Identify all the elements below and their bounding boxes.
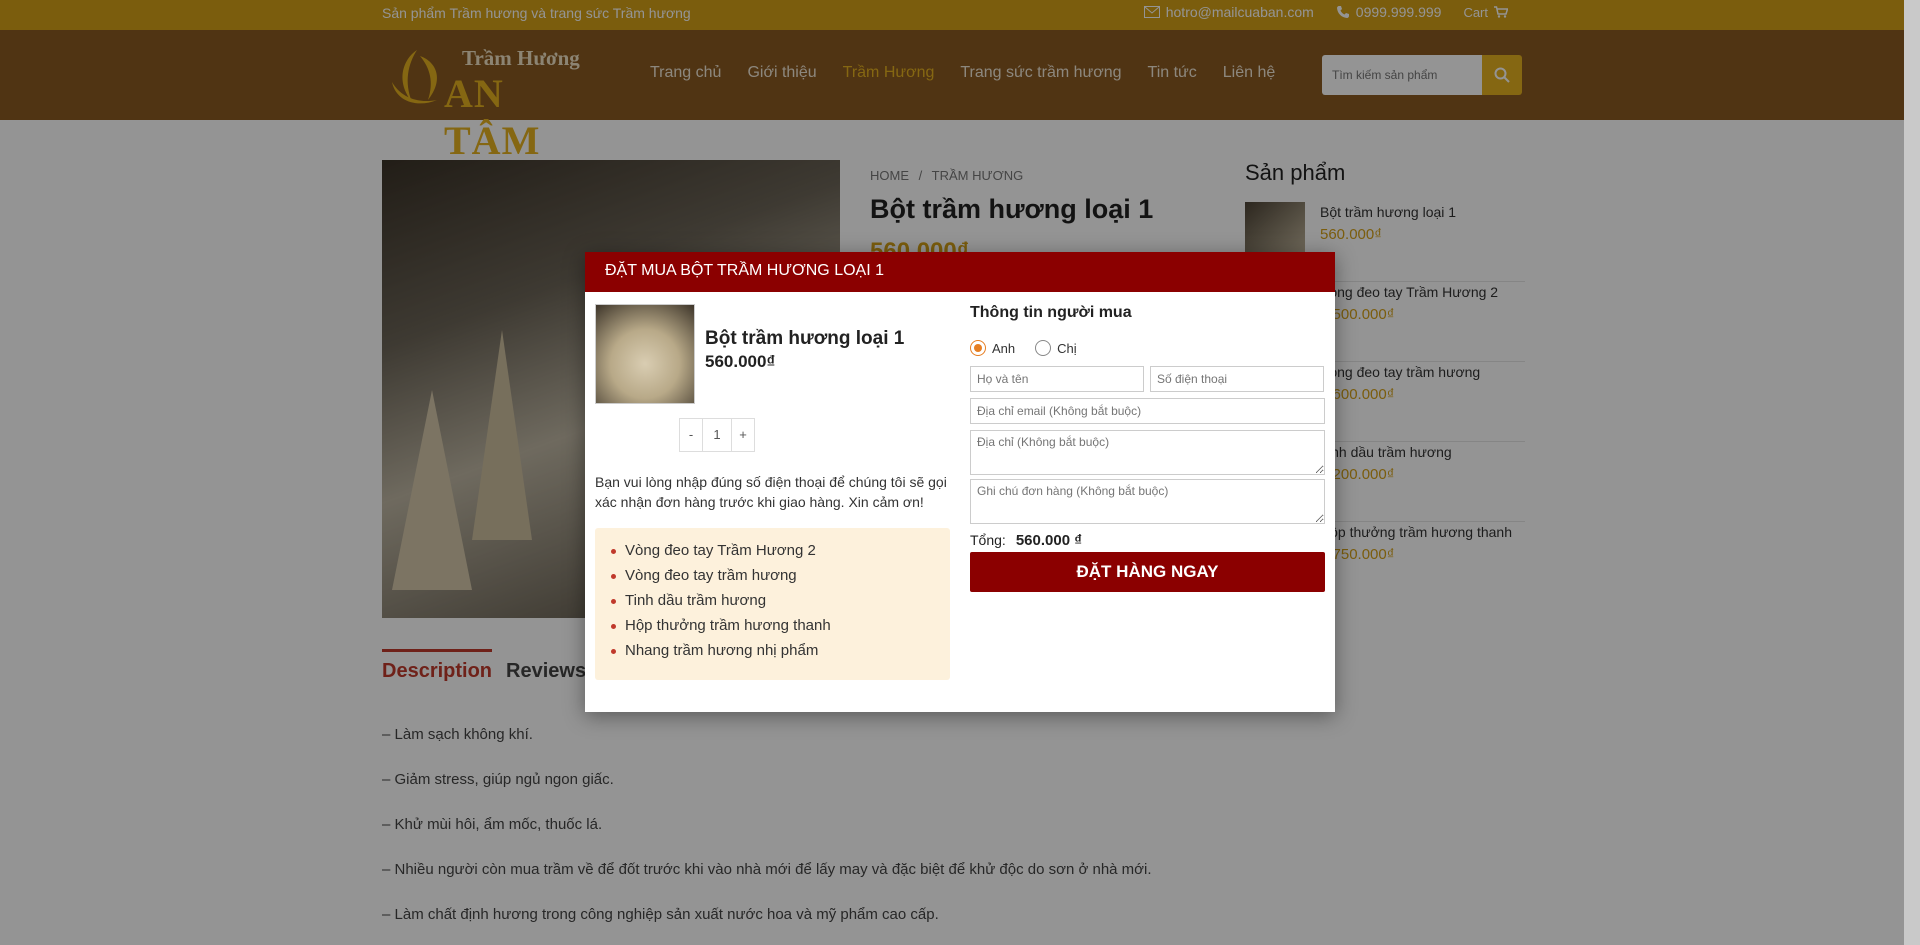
order-note-text: Bạn vui lòng nhập đúng số điện thoại để … (595, 474, 947, 510)
radio-label: Anh (992, 340, 1016, 356)
related-product-item[interactable]: Nhang trầm hương nhị phẩm (611, 642, 940, 667)
total-label: Tổng: (970, 532, 1006, 548)
name-field[interactable] (970, 366, 1144, 392)
total-value: 560.000 ₫ (1015, 531, 1082, 549)
radio-dot-icon (1035, 340, 1052, 356)
radio-label: Chị (1057, 340, 1077, 356)
modal-product-price: 560.000₫ (705, 352, 776, 371)
gender-radio-female[interactable]: Chị (1035, 338, 1077, 358)
qty-minus-button[interactable]: - (680, 419, 702, 451)
gender-radio-male[interactable]: Anh (970, 338, 1015, 358)
form-title: Thông tin người mua (970, 304, 1132, 321)
modal-title: ĐẶT MUA BỘT TRẦM HƯƠNG LOẠI 1 (585, 252, 1335, 292)
related-product-item[interactable]: Vòng đeo tay Trầm Hương 2 (611, 542, 940, 567)
email-field[interactable] (970, 398, 1325, 424)
order-total: Tổng: 560.000 ₫ (970, 528, 1325, 552)
related-products-list: Vòng đeo tay Trầm Hương 2 Vòng đeo tay t… (595, 528, 950, 680)
qty-plus-button[interactable]: + (732, 419, 754, 451)
modal-product-image (595, 304, 695, 404)
order-modal: ĐẶT MUA BỘT TRẦM HƯƠNG LOẠI 1 Bột trầm h… (585, 252, 1335, 712)
buyer-form: Thông tin người mua Anh Chị Tổng: 560.00… (970, 304, 1325, 592)
phone-field[interactable] (1150, 366, 1324, 392)
related-product-item[interactable]: Tinh dầu trầm hương (611, 592, 940, 617)
address-field[interactable] (970, 430, 1325, 475)
gender-radio-group: Anh Chị (970, 338, 1325, 358)
order-now-button[interactable]: ĐẶT HÀNG NGAY (970, 552, 1325, 592)
radio-dot-icon (970, 340, 986, 356)
qty-input[interactable]: 1 (702, 419, 732, 451)
modal-product-title: Bột trầm hương loại 1 (705, 328, 905, 349)
page-scrollbar[interactable] (1904, 0, 1920, 945)
order-note-field[interactable] (970, 479, 1325, 524)
related-product-item[interactable]: Vòng đeo tay trầm hương (611, 567, 940, 592)
quantity-stepper: - 1 + (679, 418, 755, 452)
related-product-item[interactable]: Hộp thưởng trầm hương thanh (611, 617, 940, 642)
